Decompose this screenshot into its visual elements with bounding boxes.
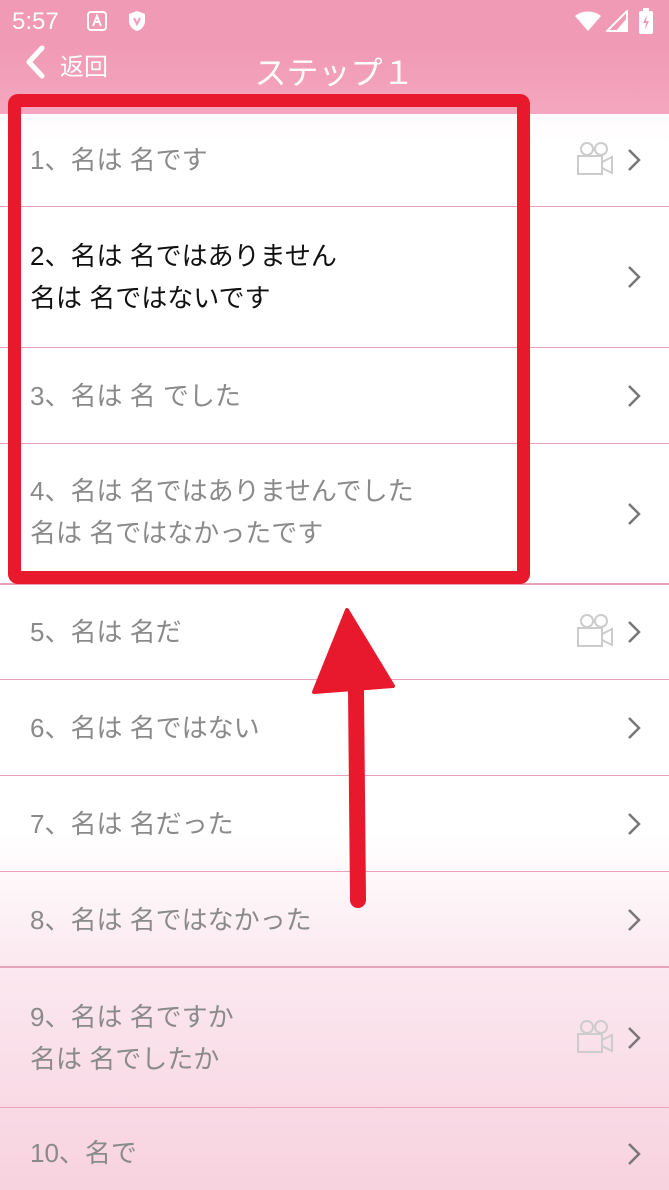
status-time: 5:57	[12, 8, 59, 35]
chevron-right-icon	[625, 810, 643, 838]
chevron-right-icon	[625, 500, 643, 528]
list-item-text: 10、名で	[30, 1138, 137, 1168]
list-item-text: 3、名は 名 でした	[30, 381, 241, 411]
chevron-right-icon	[625, 146, 643, 174]
list-item[interactable]: 3、名は 名 でした	[0, 348, 669, 444]
list-item[interactable]: 9、名は 名ですか 名は 名でしたか	[0, 968, 669, 1108]
list-item-text: 8、名は 名ではなかった	[30, 905, 312, 935]
list-item-text: 4、名は 名ではありませんでした 名は 名ではなかったです	[30, 476, 414, 548]
chevron-right-icon	[625, 382, 643, 410]
list-item-text: 1、名は 名です	[30, 145, 208, 175]
list-item[interactable]: 7、名は 名だった	[0, 776, 669, 872]
video-camera-icon	[575, 140, 615, 180]
list-item[interactable]: 10、名で	[0, 1108, 669, 1190]
wifi-icon	[574, 10, 602, 32]
page-title: ステップ１	[254, 55, 415, 91]
a-notification-icon	[86, 10, 108, 32]
shield-icon	[126, 10, 148, 32]
list-item-text: 7、名は 名だった	[30, 809, 234, 839]
chevron-right-icon	[625, 263, 643, 291]
chevron-right-icon	[625, 714, 643, 742]
list-item-text: 5、名は 名だ	[30, 617, 182, 647]
status-bar: 5:57	[0, 0, 669, 46]
chevron-right-icon	[625, 1140, 643, 1168]
list-item[interactable]: 1、名は 名です	[0, 114, 669, 207]
list-item[interactable]: 2、名は 名ではありません 名は 名ではないです	[0, 207, 669, 348]
list-item[interactable]: 8、名は 名ではなかった	[0, 872, 669, 968]
chevron-right-icon	[625, 618, 643, 646]
signal-icon	[606, 10, 628, 32]
list-item-text: 9、名は 名ですか 名は 名でしたか	[30, 1002, 234, 1074]
list-item[interactable]: 4、名は 名ではありませんでした 名は 名ではなかったです	[0, 444, 669, 585]
battery-icon	[638, 8, 654, 34]
chevron-right-icon	[625, 906, 643, 934]
chevron-right-icon	[625, 1024, 643, 1052]
app-header: 返回 ステップ１	[0, 45, 669, 114]
video-camera-icon	[575, 612, 615, 652]
list-item[interactable]: 6、名は 名ではない	[0, 680, 669, 776]
list-item[interactable]: 5、名は 名だ	[0, 585, 669, 680]
video-camera-icon	[575, 1018, 615, 1058]
list-item-text: 6、名は 名ではない	[30, 713, 260, 743]
list-item-text: 2、名は 名ではありません 名は 名ではないです	[30, 241, 337, 313]
